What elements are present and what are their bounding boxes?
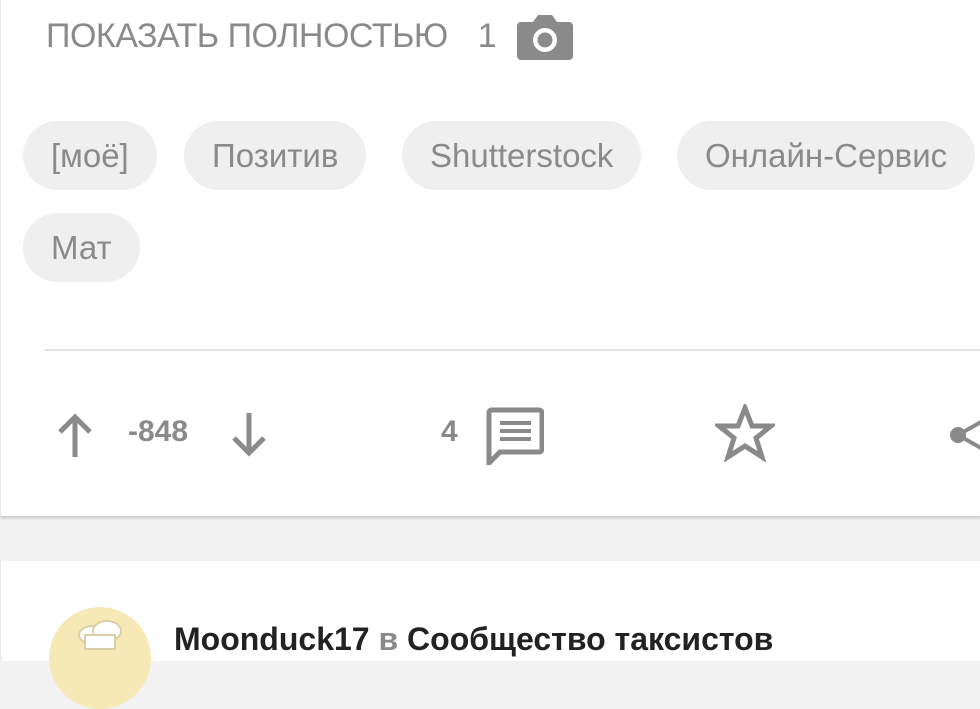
post-actions-bar: -848 4	[1, 395, 980, 475]
rating-value: -848	[128, 415, 189, 448]
avatar[interactable]	[49, 607, 151, 709]
star-icon[interactable]	[715, 404, 775, 462]
post-author-line: Moonduck17 в Сообщество таксистов	[174, 621, 773, 658]
comments-count: 4	[441, 415, 458, 448]
community-name[interactable]: Сообщество таксистов	[407, 621, 773, 657]
post-card: ПОКАЗАТЬ ПОЛНОСТЬЮ 1 [моё] Позитив Shutt…	[0, 0, 980, 516]
divider	[45, 349, 980, 351]
comment-icon[interactable]	[486, 407, 544, 465]
photo-count: 1	[477, 16, 497, 55]
chef-hat-icon	[78, 620, 122, 650]
camera-icon	[516, 15, 573, 60]
tag-chip[interactable]: [моё]	[23, 121, 157, 190]
tag-chip[interactable]: Shutterstock	[402, 121, 642, 190]
tag-chip[interactable]: Онлайн-Сервис	[677, 121, 976, 190]
show-more-label: ПОКАЗАТЬ ПОЛНОСТЬЮ	[46, 16, 448, 55]
share-icon[interactable]	[949, 417, 980, 455]
author-name[interactable]: Moonduck17	[174, 621, 370, 657]
next-post-card: Moonduck17 в Сообщество таксистов	[0, 561, 980, 709]
tag-chip[interactable]: Позитив	[184, 121, 367, 190]
tag-chip[interactable]: Мат	[23, 213, 140, 282]
show-more-button[interactable]: ПОКАЗАТЬ ПОЛНОСТЬЮ 1	[46, 6, 573, 66]
in-word: в	[378, 621, 399, 657]
arrow-down-icon[interactable]	[230, 411, 268, 457]
arrow-up-icon[interactable]	[56, 413, 94, 459]
